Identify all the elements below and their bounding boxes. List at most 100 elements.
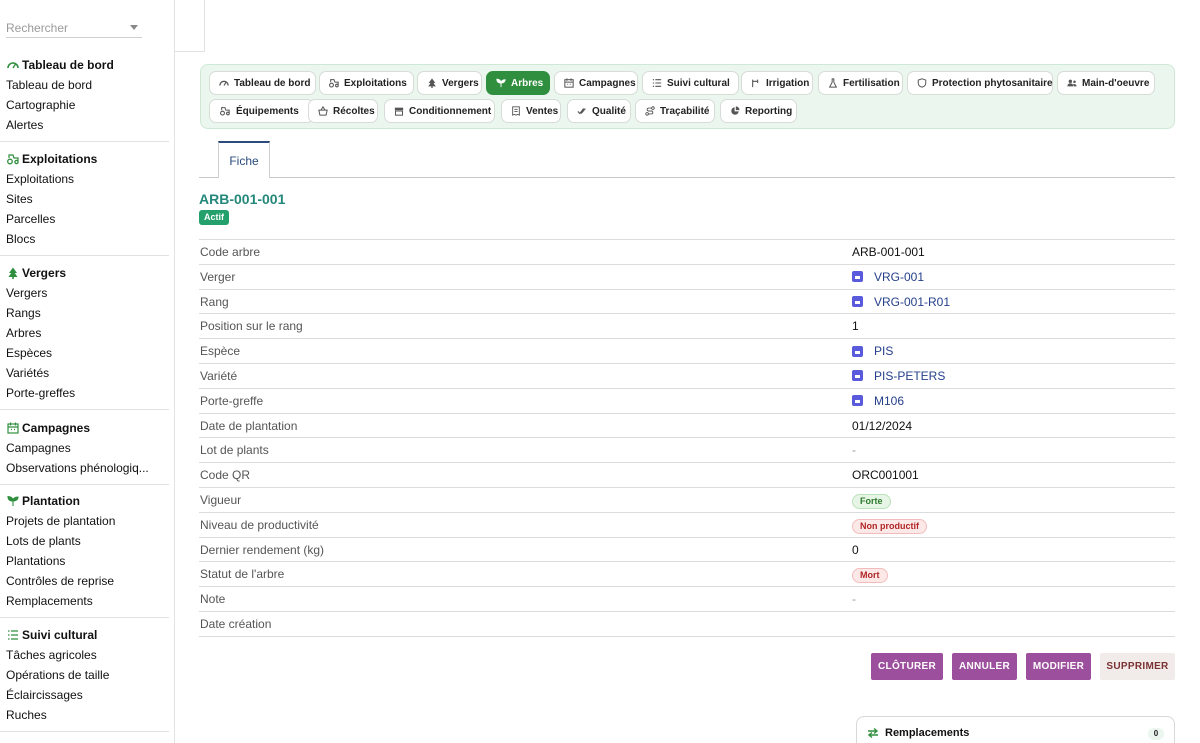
field-link-text[interactable]: PIS-PETERS	[874, 369, 945, 383]
box-icon	[394, 105, 404, 117]
panel-title: Remplacements	[885, 727, 970, 739]
detail-row: Note -	[199, 587, 1175, 612]
module-tab[interactable]: Campagnes	[554, 71, 638, 95]
sidebar-item[interactable]: Sites	[0, 189, 169, 209]
record-link-icon	[852, 395, 863, 407]
annuler-button[interactable]: ANNULER	[952, 653, 1017, 680]
sidebar-section-title[interactable]: Plantation	[0, 493, 169, 509]
field-link[interactable]: PIS	[852, 344, 893, 358]
module-tab[interactable]: Ventes	[501, 99, 561, 123]
sidebar-item[interactable]: Remplacements	[0, 591, 169, 611]
header-corner	[175, 0, 205, 52]
sidebar-item[interactable]: Rangs	[0, 303, 169, 323]
sidebar-item[interactable]: Plantations	[0, 551, 169, 571]
sidebar-item[interactable]: Lots de plants	[0, 531, 169, 551]
faucet-icon	[751, 77, 761, 89]
search-placeholder: Rechercher	[6, 21, 69, 35]
sidebar-section-title[interactable]: Campagnes	[0, 420, 169, 436]
module-tab[interactable]: Suivi cultural	[642, 71, 739, 95]
field-link-text[interactable]: M106	[874, 394, 904, 408]
field-label: Note	[200, 592, 226, 607]
field-link[interactable]: PIS-PETERS	[852, 369, 945, 383]
sidebar-section-title[interactable]: Tableau de bord	[0, 57, 169, 73]
field-link-text[interactable]: VRG-001-R01	[874, 295, 950, 309]
sidebar-item[interactable]: Tâches agricoles	[0, 645, 169, 665]
module-tab[interactable]: Reporting	[720, 99, 797, 123]
sidebar-divider	[0, 731, 169, 732]
sidebar-item[interactable]: Contrôles de reprise	[0, 571, 169, 591]
chevron-down-icon[interactable]	[130, 25, 138, 30]
module-tab[interactable]: Exploitations	[319, 71, 414, 95]
field-label: Espèce	[200, 344, 241, 359]
sidebar-section-label: Plantation	[22, 494, 81, 508]
cloturer-button[interactable]: CLÔTURER	[871, 653, 943, 680]
tab-fiche[interactable]: Fiche	[218, 141, 270, 178]
field-link[interactable]: M106	[852, 394, 904, 408]
modifier-button[interactable]: MODIFIER	[1026, 653, 1091, 680]
sidebar-item[interactable]: Cartographie	[0, 95, 169, 115]
module-tab[interactable]: Équipements	[209, 99, 314, 123]
module-tab[interactable]: Récoltes	[308, 99, 378, 123]
sidebar-item[interactable]: Éclaircissages	[0, 685, 169, 705]
module-tab-label: Qualité	[592, 105, 626, 117]
field-label: Position sur le rang	[200, 319, 303, 334]
sidebar-item[interactable]: Blocs	[0, 229, 169, 249]
search-select[interactable]: Rechercher	[6, 18, 142, 38]
field-label: Rang	[200, 294, 229, 309]
field-label: Porte-greffe	[200, 393, 264, 408]
module-tab[interactable]: Protection phytosanitaire	[907, 71, 1053, 95]
sidebar-item[interactable]: Porte-greffes	[0, 383, 169, 403]
sidebar-item[interactable]: Alertes	[0, 115, 169, 135]
sidebar-item[interactable]: Projets de plantation	[0, 511, 169, 531]
module-tab[interactable]: Traçabilité	[635, 99, 715, 123]
module-tab[interactable]: Qualité	[567, 99, 631, 123]
field-label: Lot de plants	[200, 443, 269, 458]
sidebar-item[interactable]: Parcelles	[0, 209, 169, 229]
sidebar-item[interactable]: Observations phénologiq...	[0, 458, 169, 478]
route-icon	[645, 105, 655, 117]
module-tab[interactable]: Tableau de bord	[209, 71, 316, 95]
sidebar-item[interactable]: Opérations de taille	[0, 665, 169, 685]
sidebar-item[interactable]: Vergers	[0, 283, 169, 303]
status-chip: Non productif	[852, 518, 927, 534]
module-tab-label: Fertilisation	[843, 77, 900, 89]
panel-count: 0	[1148, 728, 1164, 740]
sidebar-section-title[interactable]: Vergers	[0, 265, 169, 281]
field-label: Vigueur	[200, 492, 242, 507]
detail-row: Porte-greffe M106	[199, 389, 1175, 414]
module-tab[interactable]: Irrigation	[741, 71, 813, 95]
sidebar-item[interactable]: Ruches	[0, 705, 169, 725]
module-tab[interactable]: Arbres	[486, 71, 550, 95]
module-tab-label: Ventes	[526, 105, 559, 117]
field-link[interactable]: VRG-001	[852, 270, 924, 284]
field-link-text[interactable]: PIS	[874, 344, 893, 358]
module-tab-label: Équipements	[236, 105, 299, 117]
module-tab[interactable]: Fertilisation	[818, 71, 903, 95]
module-tab-label: Tableau de bord	[234, 77, 311, 89]
module-tab[interactable]: Main-d'oeuvre	[1057, 71, 1155, 95]
sidebar-item[interactable]: Variétés	[0, 363, 169, 383]
module-tab-label: Irrigation	[766, 77, 810, 89]
detail-row: Dernier rendement (kg) 0	[199, 538, 1175, 563]
sidebar-section-title[interactable]: Exploitations	[0, 151, 169, 167]
module-tab-label: Reporting	[745, 105, 793, 117]
module-tab[interactable]: Conditionnement	[384, 99, 495, 123]
field-label: Niveau de productivité	[200, 517, 319, 532]
record-link-icon	[852, 370, 863, 382]
module-tab[interactable]: Vergers	[417, 71, 482, 95]
module-tab-label: Main-d'oeuvre	[1082, 77, 1150, 89]
sidebar-item[interactable]: Campagnes	[0, 438, 169, 458]
tractor-icon	[6, 152, 20, 166]
sidebar-section-title[interactable]: Suivi cultural	[0, 627, 169, 643]
sidebar-item[interactable]: Espèces	[0, 343, 169, 363]
tab-bar: Fiche	[199, 141, 1175, 178]
replacements-panel[interactable]: Remplacements 0	[856, 716, 1175, 743]
field-link-text[interactable]: VRG-001	[874, 270, 924, 284]
sidebar-item[interactable]: Arbres	[0, 323, 169, 343]
sidebar-item[interactable]: Tableau de bord	[0, 75, 169, 95]
supprimer-button[interactable]: SUPPRIMER	[1100, 653, 1175, 680]
field-link[interactable]: VRG-001-R01	[852, 295, 950, 309]
module-tab-label: Arbres	[511, 77, 544, 89]
sidebar-item[interactable]: Exploitations	[0, 169, 169, 189]
sidebar-divider	[0, 409, 169, 410]
